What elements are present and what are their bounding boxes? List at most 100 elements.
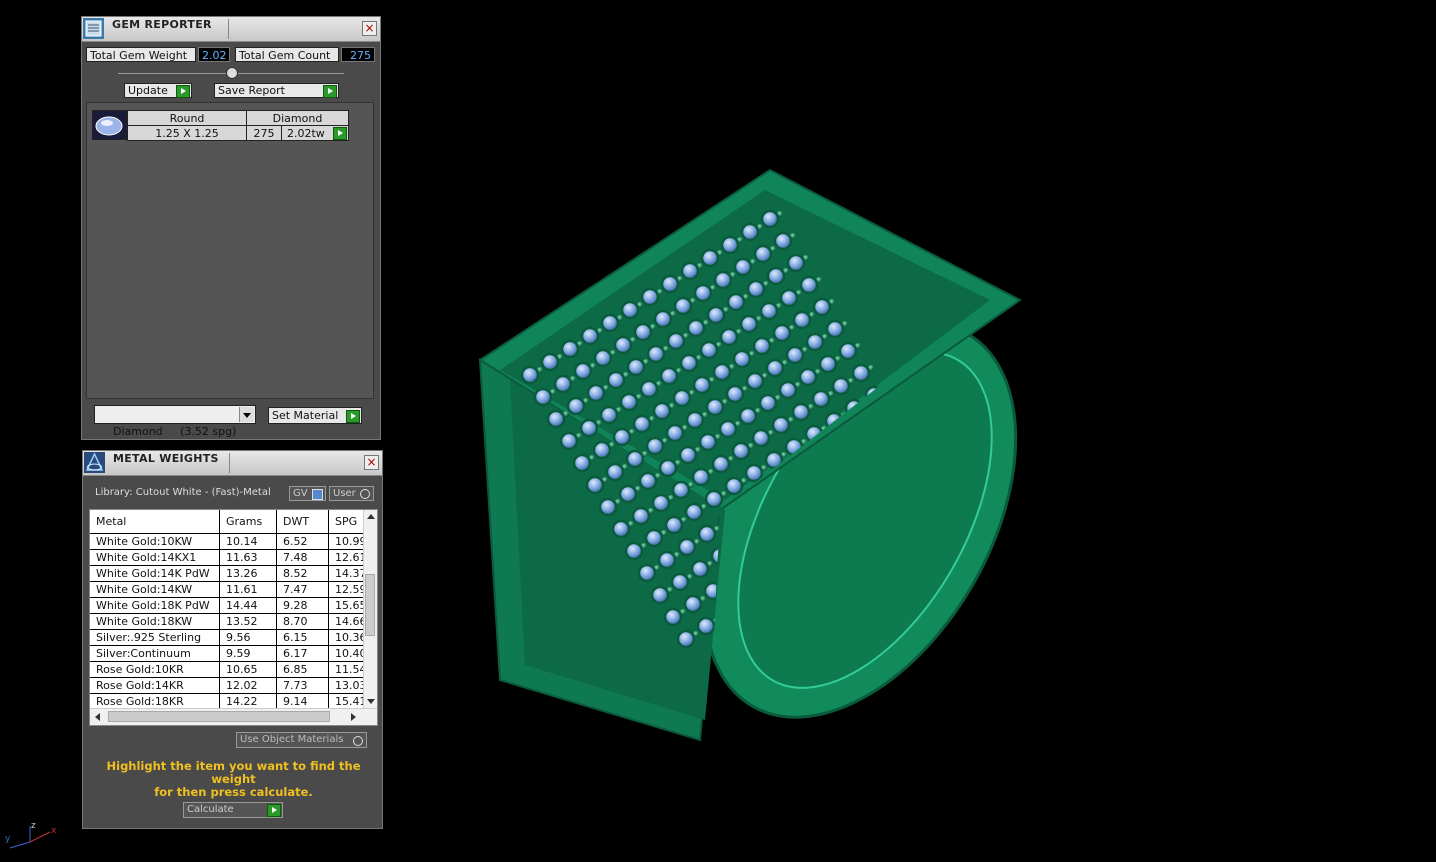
- spg-cell: 11.54: [328, 662, 368, 677]
- ring-viewport[interactable]: [470, 160, 1030, 750]
- diamond-gem: [851, 363, 871, 383]
- diamond-gem: [592, 440, 612, 460]
- diamond-gem: [660, 274, 680, 294]
- diamond-gem: [711, 454, 731, 474]
- table-row[interactable]: White Gold:14KX1 11.63 7.48 12.61: [90, 550, 370, 566]
- scrollbar-thumb[interactable]: [365, 574, 375, 636]
- gem-weight-cell[interactable]: 2.02tw: [281, 125, 349, 141]
- column-header-grams[interactable]: Grams: [219, 510, 276, 533]
- chevron-right-icon[interactable]: [351, 713, 356, 721]
- diamond-gem: [771, 415, 791, 435]
- diamond-gem: [692, 375, 712, 395]
- diamond-gem: [732, 349, 752, 369]
- vertical-scrollbar[interactable]: [363, 510, 377, 710]
- horizontal-scrollbar[interactable]: [90, 708, 377, 725]
- diamond-gem: [573, 361, 593, 381]
- spg-cell: 10.40: [328, 646, 368, 661]
- metal-weights-icon: [84, 452, 105, 473]
- hint-line-2: for then press calculate.: [154, 785, 313, 799]
- material-select-value: Diamond (3.52 spg): [113, 425, 237, 438]
- table-row[interactable]: Rose Gold:10KR 10.65 6.85 11.54: [90, 662, 370, 678]
- grams-cell: 10.65: [219, 662, 276, 677]
- diamond-gem: [613, 335, 633, 355]
- chevron-up-icon[interactable]: [367, 514, 375, 519]
- gem-material-cell: Diamond: [246, 110, 349, 126]
- diamond-gem: [733, 257, 753, 277]
- column-header-metal[interactable]: Metal: [90, 510, 219, 533]
- diamond-gem: [838, 341, 858, 361]
- diamond-gem: [671, 480, 691, 500]
- diamond-gem: [653, 309, 673, 329]
- diamond-gem: [633, 322, 653, 342]
- gem-thumbnail[interactable]: [92, 110, 127, 140]
- diamond-gem: [658, 458, 678, 478]
- diamond-gem: [645, 436, 665, 456]
- metal-weights-titlebar[interactable]: METAL WEIGHTS ×: [83, 451, 382, 476]
- diamond-gem: [725, 384, 745, 404]
- axis-gizmo: z x y: [5, 821, 57, 849]
- chevron-down-icon[interactable]: [239, 407, 254, 422]
- dwt-cell: 7.73: [276, 678, 328, 693]
- dwt-cell: 6.52: [276, 534, 328, 549]
- diamond-gem: [580, 326, 600, 346]
- diamond-gem: [639, 379, 659, 399]
- table-header: Metal Grams DWT SPG: [90, 510, 370, 534]
- diamond-gem: [704, 489, 724, 509]
- user-toggle[interactable]: User: [329, 486, 374, 501]
- set-material-button[interactable]: Set Material: [268, 407, 362, 424]
- diamond-gem: [672, 388, 692, 408]
- gem-reporter-titlebar[interactable]: GEM REPORTER ×: [82, 17, 380, 42]
- diamond-gem: [760, 209, 780, 229]
- chevron-left-icon[interactable]: [95, 713, 100, 721]
- close-icon[interactable]: ×: [364, 455, 379, 470]
- table-row[interactable]: White Gold:10KW 10.14 6.52 10.99: [90, 534, 370, 550]
- diamond-gem: [659, 366, 679, 386]
- diamond-gem: [765, 358, 785, 378]
- diamond-gem: [605, 462, 625, 482]
- dwt-cell: 6.17: [276, 646, 328, 661]
- table-row[interactable]: Silver:Continuum 9.59 6.17 10.40: [90, 646, 370, 662]
- diamond-gem: [680, 261, 700, 281]
- material-select[interactable]: Diamond (3.52 spg): [94, 405, 256, 438]
- save-report-button[interactable]: Save Report: [214, 83, 339, 98]
- axis-x-label: x: [51, 826, 57, 836]
- diamond-gem: [746, 279, 766, 299]
- diamond-gem: [779, 288, 799, 308]
- play-icon: [267, 804, 281, 817]
- slider-handle[interactable]: [226, 67, 238, 79]
- diamond-gem: [670, 572, 690, 592]
- total-gem-count-label: Total Gem Count: [235, 47, 339, 62]
- dwt-cell: 6.85: [276, 662, 328, 677]
- table-row[interactable]: White Gold:14K PdW 13.26 8.52 14.37: [90, 566, 370, 582]
- diamond-gem: [744, 463, 764, 483]
- table-row[interactable]: White Gold:18KW 13.52 8.70 14.66: [90, 614, 370, 630]
- column-header-spg[interactable]: SPG: [328, 510, 368, 533]
- use-object-materials-toggle[interactable]: Use Object Materials: [236, 732, 367, 748]
- diamond-gem: [612, 427, 632, 447]
- hint-line-1: Highlight the item you want to find the …: [106, 759, 361, 786]
- column-header-dwt[interactable]: DWT: [276, 510, 328, 533]
- grams-cell: 10.14: [219, 534, 276, 549]
- hscroll-thumb[interactable]: [108, 711, 330, 722]
- update-button-label: Update: [128, 84, 168, 97]
- spg-cell: 15.41: [328, 694, 368, 709]
- metal-table[interactable]: Metal Grams DWT SPG White Gold:10KW 10.14…: [89, 509, 378, 726]
- total-gem-weight-label: Total Gem Weight: [86, 47, 196, 62]
- calculate-button[interactable]: Calculate: [183, 802, 283, 818]
- diamond-gem: [805, 332, 825, 352]
- spg-cell: 10.99: [328, 534, 368, 549]
- gv-toggle[interactable]: GV: [289, 486, 326, 501]
- close-icon[interactable]: ×: [362, 21, 377, 36]
- round-gem-icon: [93, 111, 126, 139]
- table-row[interactable]: White Gold:14KW 11.61 7.47 12.59: [90, 582, 370, 598]
- table-row[interactable]: Rose Gold:14KR 12.02 7.73 13.03: [90, 678, 370, 694]
- diamond-gem: [799, 275, 819, 295]
- diamond-gem: [696, 616, 716, 636]
- update-button[interactable]: Update: [124, 83, 192, 98]
- ring-model: [478, 168, 1022, 742]
- table-row[interactable]: White Gold:18K PdW 14.44 9.28 15.65: [90, 598, 370, 614]
- grams-cell: 14.22: [219, 694, 276, 709]
- chevron-down-icon[interactable]: [367, 699, 375, 704]
- table-row[interactable]: Silver:.925 Sterling 9.56 6.15 10.36: [90, 630, 370, 646]
- diamond-gem: [626, 357, 646, 377]
